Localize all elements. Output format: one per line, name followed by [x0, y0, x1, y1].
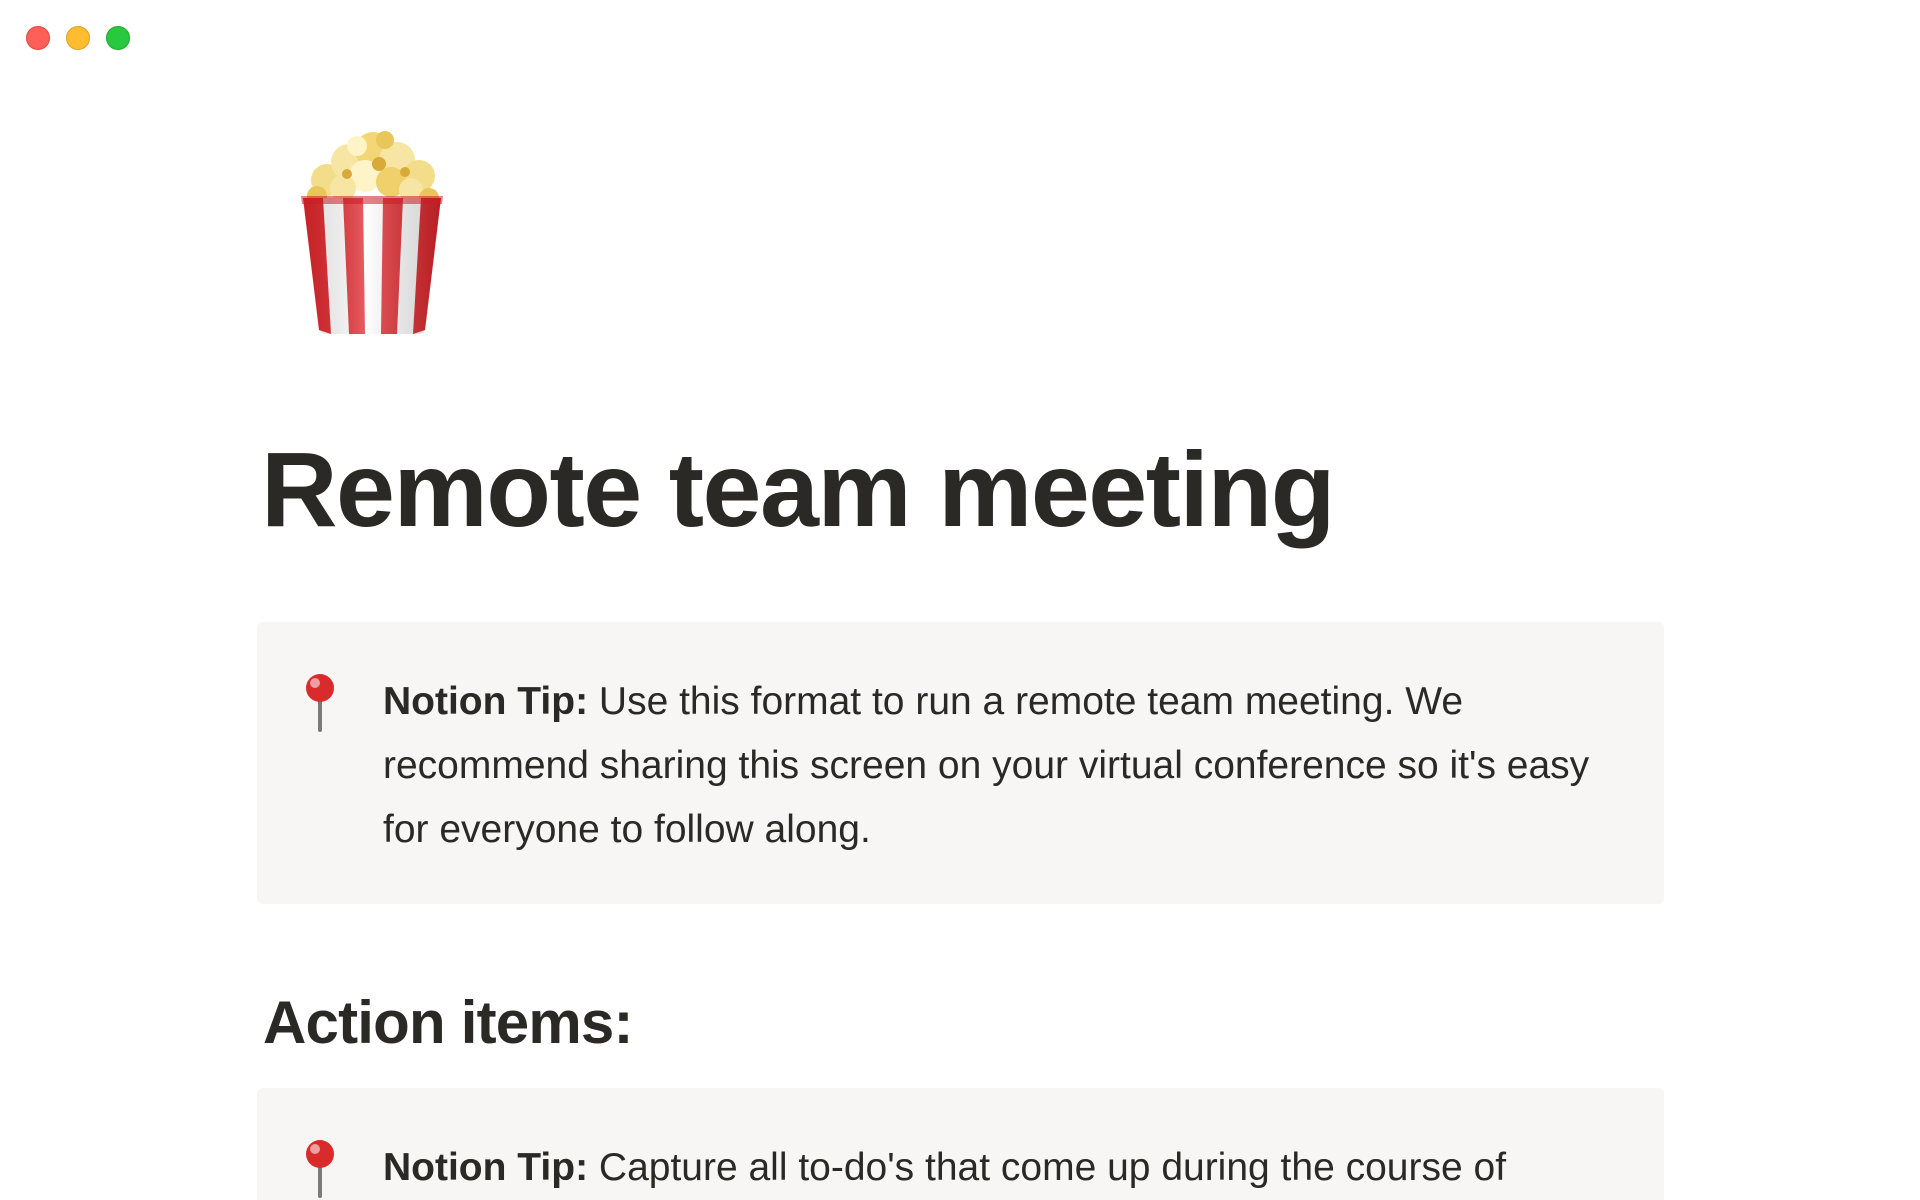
page-title[interactable]: Remote team meeting: [261, 432, 1336, 549]
callout-notion-tip[interactable]: Notion Tip: Capture all to-do's that com…: [257, 1088, 1664, 1200]
callout-text: Notion Tip: Capture all to-do's that com…: [383, 1136, 1506, 1200]
close-window-button[interactable]: [26, 26, 50, 50]
callout-text: Notion Tip: Use this format to run a rem…: [383, 670, 1613, 862]
callout-label: Notion Tip:: [383, 680, 589, 723]
round-pushpin-icon[interactable]: [295, 1138, 345, 1198]
maximize-window-button[interactable]: [106, 26, 130, 50]
app-window: Remote team meeting Notion Tip: Use this…: [0, 0, 1920, 1200]
popcorn-icon[interactable]: [287, 120, 457, 340]
window-controls: [26, 26, 130, 50]
callout-notion-tip[interactable]: Notion Tip: Use this format to run a rem…: [257, 622, 1664, 904]
callout-label: Notion Tip:: [383, 1146, 589, 1189]
minimize-window-button[interactable]: [66, 26, 90, 50]
round-pushpin-icon[interactable]: [295, 672, 345, 732]
action-items-heading[interactable]: Action items:: [263, 988, 633, 1057]
callout-body: Capture all to-do's that come up during …: [588, 1146, 1507, 1189]
